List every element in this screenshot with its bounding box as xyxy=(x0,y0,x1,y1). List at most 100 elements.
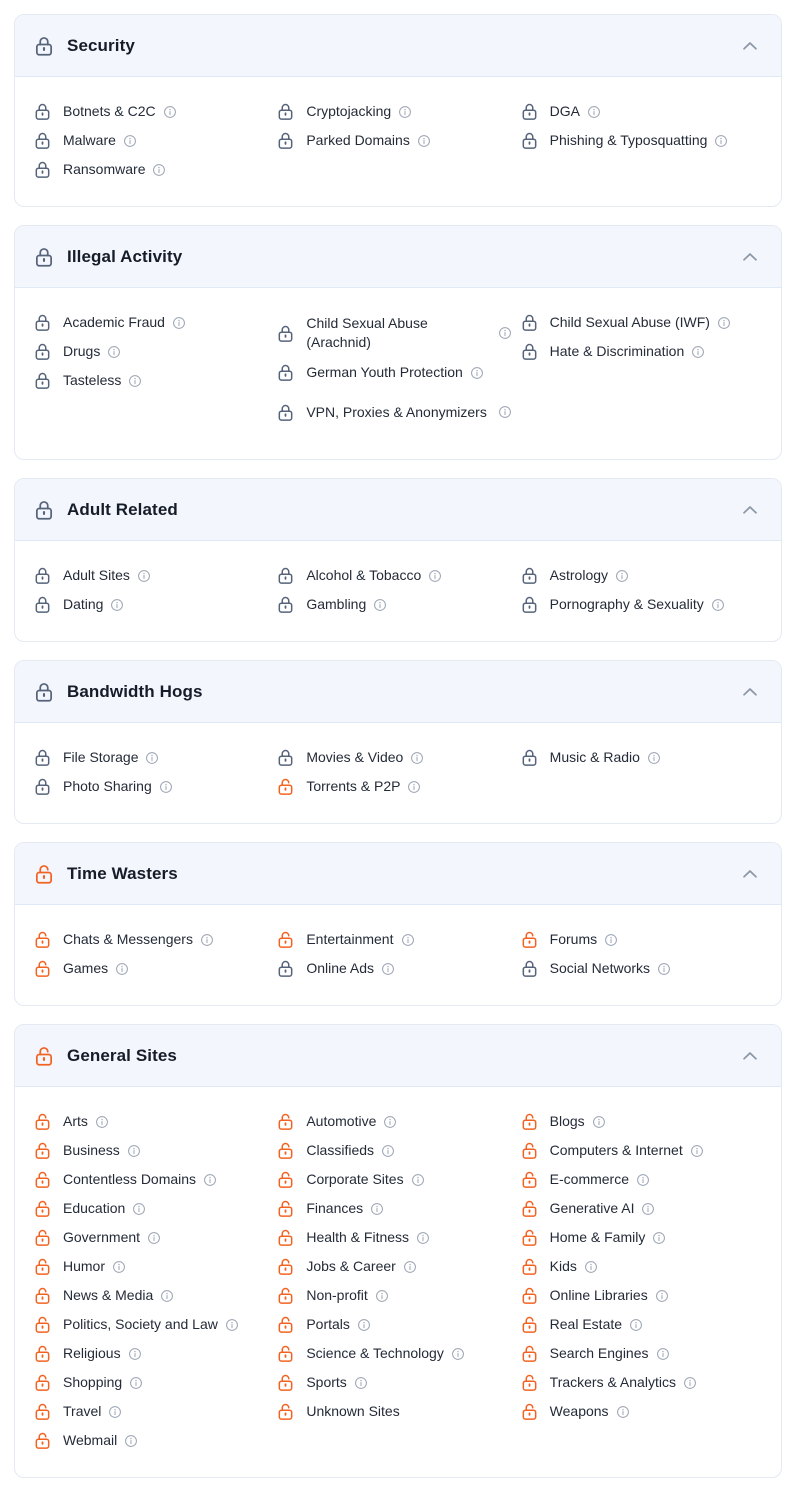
category-item-shopping[interactable]: Shopping xyxy=(33,1368,276,1397)
category-item-music-and-radio[interactable]: Music & Radio xyxy=(520,743,763,772)
padlock-closed-icon[interactable] xyxy=(33,681,55,703)
category-item-unknown-sites[interactable]: Unknown Sites xyxy=(276,1397,519,1426)
category-item-jobs-and-career[interactable]: Jobs & Career xyxy=(276,1252,519,1281)
info-circle-icon[interactable] xyxy=(407,780,421,794)
category-item-torrents-and-p2p[interactable]: Torrents & P2P xyxy=(276,772,519,801)
category-item-education[interactable]: Education xyxy=(33,1194,276,1223)
category-item-alcohol-and-tobacco[interactable]: Alcohol & Tobacco xyxy=(276,561,519,590)
category-item-movies-and-video[interactable]: Movies & Video xyxy=(276,743,519,772)
info-circle-icon[interactable] xyxy=(398,105,412,119)
category-item-e-commerce[interactable]: E-commerce xyxy=(520,1165,763,1194)
padlock-open-icon[interactable] xyxy=(33,1199,52,1218)
card-header-adult-related[interactable]: Adult Related xyxy=(15,479,781,541)
padlock-open-icon[interactable] xyxy=(276,1373,295,1392)
padlock-open-icon[interactable] xyxy=(520,1112,539,1131)
category-item-academic-fraud[interactable]: Academic Fraud xyxy=(33,308,276,337)
padlock-closed-icon[interactable] xyxy=(276,748,295,767)
category-item-kids[interactable]: Kids xyxy=(520,1252,763,1281)
padlock-open-icon[interactable] xyxy=(520,1199,539,1218)
category-item-humor[interactable]: Humor xyxy=(33,1252,276,1281)
padlock-open-icon[interactable] xyxy=(520,1141,539,1160)
padlock-open-icon[interactable] xyxy=(276,1199,295,1218)
category-item-real-estate[interactable]: Real Estate xyxy=(520,1310,763,1339)
category-item-parked-domains[interactable]: Parked Domains xyxy=(276,126,519,155)
padlock-closed-icon[interactable] xyxy=(520,566,539,585)
padlock-closed-icon[interactable] xyxy=(520,102,539,121)
info-circle-icon[interactable] xyxy=(656,1347,670,1361)
category-item-religious[interactable]: Religious xyxy=(33,1339,276,1368)
padlock-closed-icon[interactable] xyxy=(33,748,52,767)
padlock-closed-icon[interactable] xyxy=(33,160,52,179)
category-item-travel[interactable]: Travel xyxy=(33,1397,276,1426)
category-item-malware[interactable]: Malware xyxy=(33,126,276,155)
info-circle-icon[interactable] xyxy=(115,962,129,976)
padlock-open-icon[interactable] xyxy=(33,1257,52,1276)
padlock-closed-icon[interactable] xyxy=(276,324,295,343)
chevron-up-icon[interactable] xyxy=(739,246,761,268)
padlock-open-icon[interactable] xyxy=(520,1373,539,1392)
info-circle-icon[interactable] xyxy=(137,569,151,583)
info-circle-icon[interactable] xyxy=(683,1376,697,1390)
padlock-open-icon[interactable] xyxy=(276,1344,295,1363)
info-circle-icon[interactable] xyxy=(498,326,512,340)
info-circle-icon[interactable] xyxy=(128,1347,142,1361)
category-item-cryptojacking[interactable]: Cryptojacking xyxy=(276,97,519,126)
category-item-photo-sharing[interactable]: Photo Sharing xyxy=(33,772,276,801)
padlock-open-icon[interactable] xyxy=(520,930,539,949)
info-circle-icon[interactable] xyxy=(717,316,731,330)
padlock-closed-icon[interactable] xyxy=(33,246,55,268)
info-circle-icon[interactable] xyxy=(147,1231,161,1245)
info-circle-icon[interactable] xyxy=(200,933,214,947)
category-item-news-and-media[interactable]: News & Media xyxy=(33,1281,276,1310)
info-circle-icon[interactable] xyxy=(132,1202,146,1216)
category-item-webmail[interactable]: Webmail xyxy=(33,1426,276,1455)
category-item-online-libraries[interactable]: Online Libraries xyxy=(520,1281,763,1310)
padlock-open-icon[interactable] xyxy=(520,1344,539,1363)
padlock-open-icon[interactable] xyxy=(276,1402,295,1421)
chevron-up-icon[interactable] xyxy=(739,863,761,885)
category-item-hate-and-discrimination[interactable]: Hate & Discrimination xyxy=(520,337,763,366)
category-item-child-sexual-abuse-arachnid[interactable]: Child Sexual Abuse (Arachnid) xyxy=(276,308,519,358)
category-item-entertainment[interactable]: Entertainment xyxy=(276,925,519,954)
info-circle-icon[interactable] xyxy=(498,405,512,419)
category-item-botnets-and-c2c[interactable]: Botnets & C2C xyxy=(33,97,276,126)
padlock-open-icon[interactable] xyxy=(33,1141,52,1160)
chevron-up-icon[interactable] xyxy=(739,1045,761,1067)
info-circle-icon[interactable] xyxy=(655,1289,669,1303)
padlock-closed-icon[interactable] xyxy=(33,371,52,390)
info-circle-icon[interactable] xyxy=(587,105,601,119)
info-circle-icon[interactable] xyxy=(203,1173,217,1187)
padlock-open-icon[interactable] xyxy=(33,1286,52,1305)
padlock-closed-icon[interactable] xyxy=(520,313,539,332)
category-item-trackers-and-analytics[interactable]: Trackers & Analytics xyxy=(520,1368,763,1397)
padlock-open-icon[interactable] xyxy=(520,1402,539,1421)
card-header-general-sites[interactable]: General Sites xyxy=(15,1025,781,1087)
info-circle-icon[interactable] xyxy=(373,598,387,612)
info-circle-icon[interactable] xyxy=(401,933,415,947)
info-circle-icon[interactable] xyxy=(428,569,442,583)
category-item-non-profit[interactable]: Non-profit xyxy=(276,1281,519,1310)
category-item-business[interactable]: Business xyxy=(33,1136,276,1165)
info-circle-icon[interactable] xyxy=(357,1318,371,1332)
info-circle-icon[interactable] xyxy=(647,751,661,765)
padlock-closed-icon[interactable] xyxy=(276,959,295,978)
info-circle-icon[interactable] xyxy=(129,1376,143,1390)
info-circle-icon[interactable] xyxy=(451,1347,465,1361)
padlock-open-icon[interactable] xyxy=(33,1315,52,1334)
category-item-german-youth-protection[interactable]: German Youth Protection xyxy=(276,358,519,387)
category-item-file-storage[interactable]: File Storage xyxy=(33,743,276,772)
padlock-closed-icon[interactable] xyxy=(276,131,295,150)
card-header-security[interactable]: Security xyxy=(15,15,781,77)
info-circle-icon[interactable] xyxy=(152,163,166,177)
info-circle-icon[interactable] xyxy=(652,1231,666,1245)
padlock-open-icon[interactable] xyxy=(520,1315,539,1334)
info-circle-icon[interactable] xyxy=(225,1318,239,1332)
padlock-open-icon[interactable] xyxy=(276,1286,295,1305)
padlock-open-icon[interactable] xyxy=(33,863,55,885)
info-circle-icon[interactable] xyxy=(641,1202,655,1216)
category-item-finances[interactable]: Finances xyxy=(276,1194,519,1223)
padlock-closed-icon[interactable] xyxy=(276,363,295,382)
padlock-closed-icon[interactable] xyxy=(33,102,52,121)
padlock-open-icon[interactable] xyxy=(33,1170,52,1189)
info-circle-icon[interactable] xyxy=(112,1260,126,1274)
